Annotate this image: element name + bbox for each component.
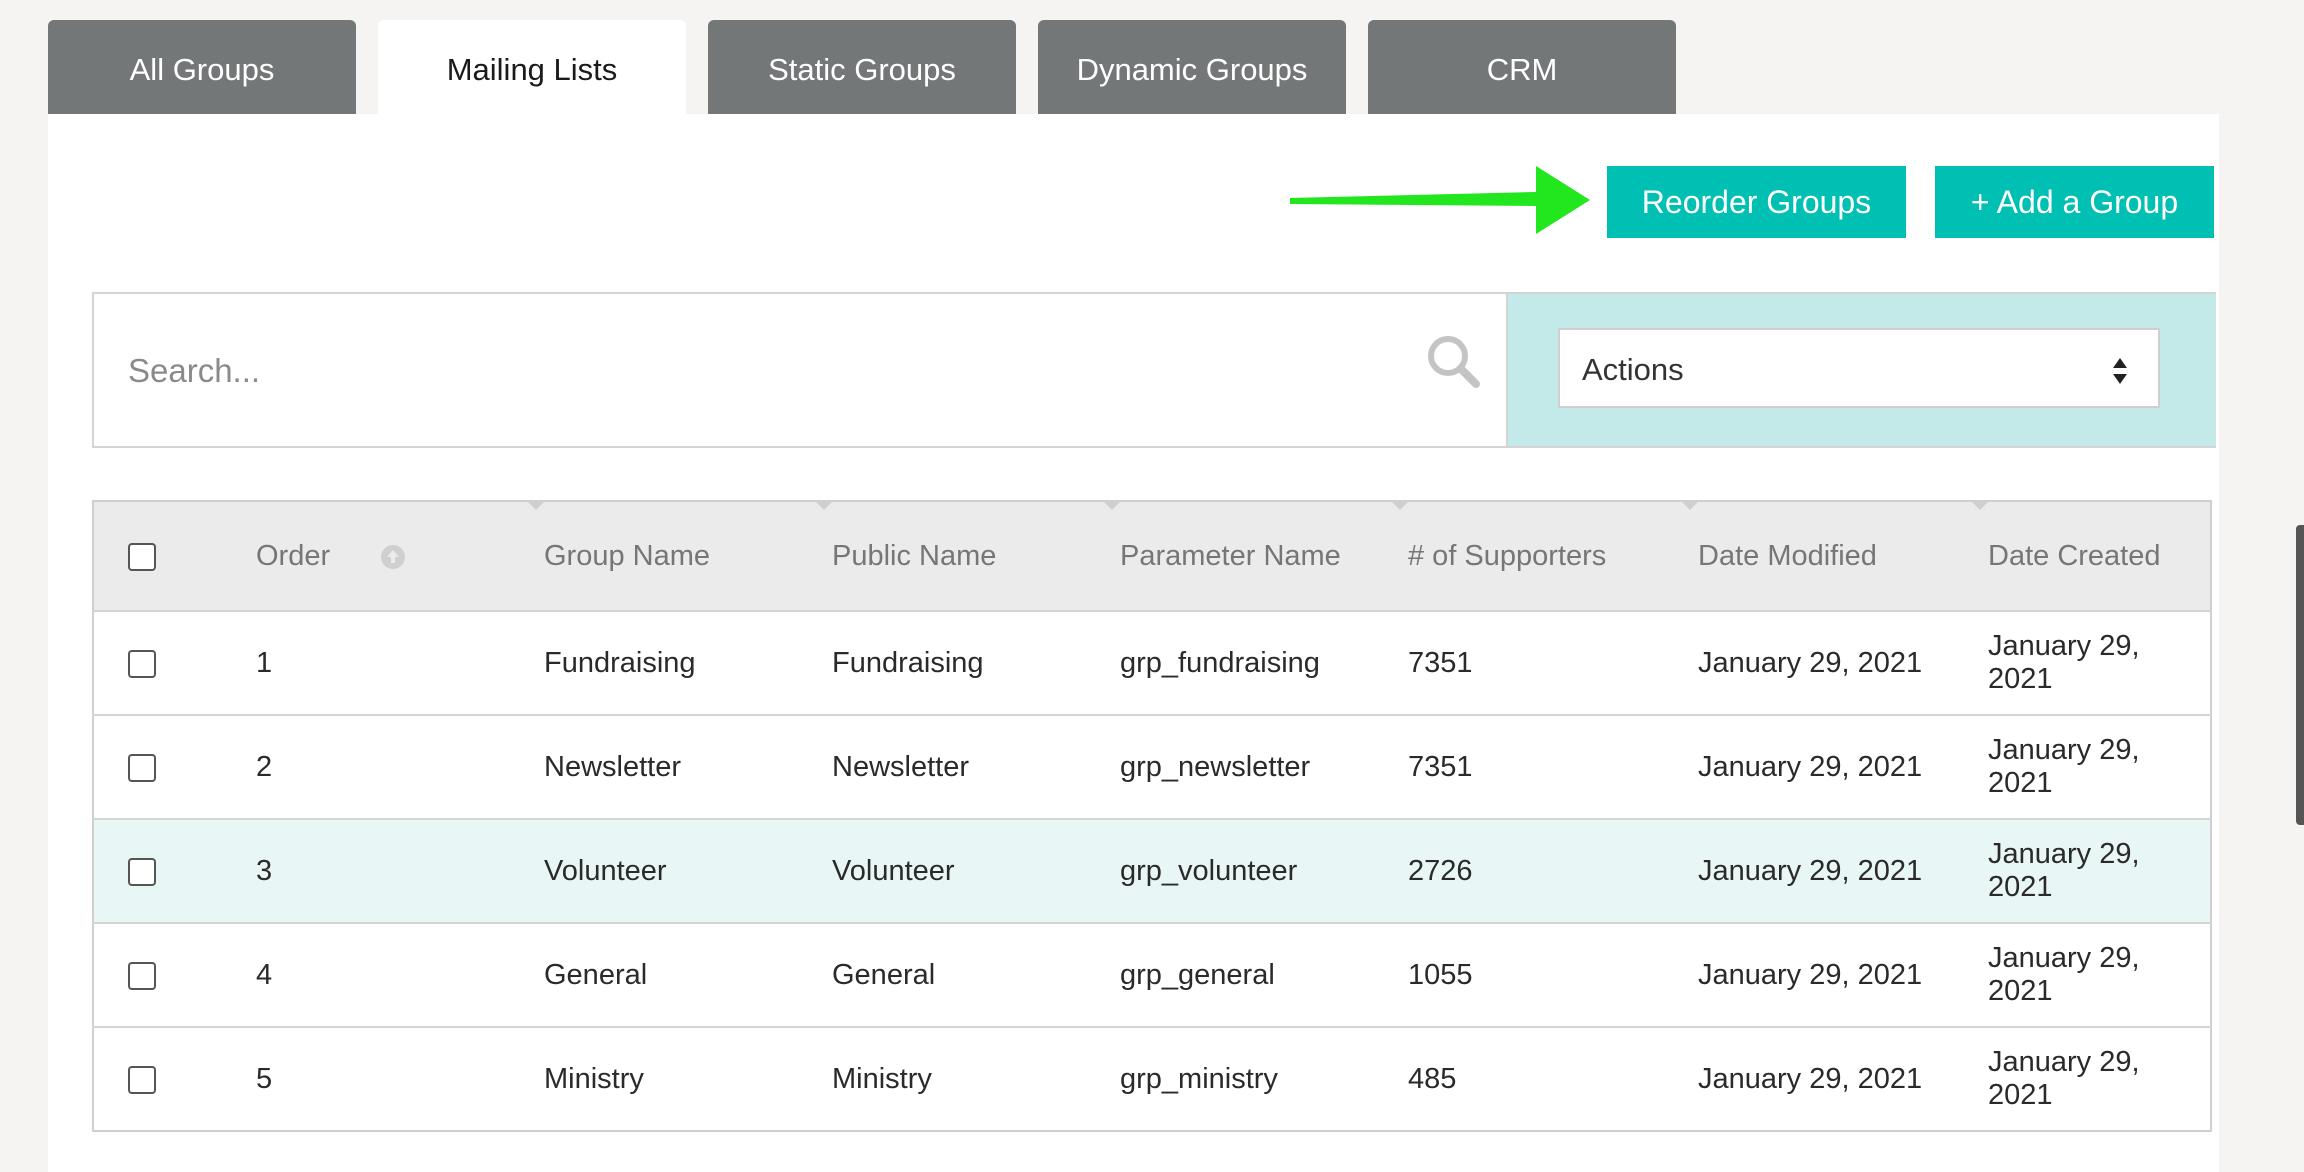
search-box xyxy=(94,294,1506,446)
cell-supporters: 7351 xyxy=(1408,714,1698,819)
column-resize-icon xyxy=(1104,502,1120,510)
row-select-cell xyxy=(93,1026,256,1131)
cell-parameter-name: grp_ministry xyxy=(1120,1026,1408,1131)
page-scrollbar[interactable] xyxy=(2296,525,2304,825)
cell-order: 5 xyxy=(256,1026,544,1131)
cell-public-name: Ministry xyxy=(832,1026,1120,1131)
select-all-checkbox[interactable] xyxy=(128,542,156,571)
row-select-cell xyxy=(93,714,256,819)
actions-area: Actions xyxy=(1506,294,2216,446)
row-select-cell xyxy=(93,610,256,715)
cell-supporters: 1055 xyxy=(1408,922,1698,1027)
header-date-created[interactable]: Date Created xyxy=(1988,501,2211,611)
cell-order: 2 xyxy=(256,714,544,819)
cell-parameter-name: grp_general xyxy=(1120,922,1408,1027)
cell-order: 4 xyxy=(256,922,544,1027)
actions-select[interactable]: Actions xyxy=(1558,328,2160,408)
row-checkbox[interactable] xyxy=(128,753,156,782)
column-resize-icon xyxy=(816,502,832,510)
tab-all-groups[interactable]: All Groups xyxy=(48,20,356,114)
cell-date-modified: January 29, 2021 xyxy=(1698,922,1988,1027)
cell-public-name: General xyxy=(832,922,1120,1027)
cell-date-created: January 29, 2021 xyxy=(1988,714,2211,819)
cell-date-modified: January 29, 2021 xyxy=(1698,1026,1988,1131)
cell-date-modified: January 29, 2021 xyxy=(1698,610,1988,715)
cell-parameter-name: grp_volunteer xyxy=(1120,818,1408,923)
cell-order: 1 xyxy=(256,610,544,715)
cell-supporters: 7351 xyxy=(1408,610,1698,715)
header-date-modified[interactable]: Date Modified xyxy=(1698,501,1988,611)
header-public-name-label: Public Name xyxy=(832,539,997,572)
cell-parameter-name: grp_newsletter xyxy=(1120,714,1408,819)
row-checkbox[interactable] xyxy=(128,857,156,886)
cell-date-created: January 29, 2021 xyxy=(1988,1026,2211,1131)
actions-select-value: Actions xyxy=(1582,352,1684,387)
table-row[interactable]: 3 Volunteer Volunteer grp_volunteer 2726… xyxy=(93,818,2211,923)
header-supporters[interactable]: # of Supporters xyxy=(1408,501,1698,611)
header-date-modified-label: Date Modified xyxy=(1698,539,1877,572)
header-group-name[interactable]: Group Name xyxy=(544,501,832,611)
cell-group-name[interactable]: Newsletter xyxy=(544,714,832,819)
cell-supporters: 2726 xyxy=(1408,818,1698,923)
column-resize-icon xyxy=(1682,502,1698,510)
row-select-cell xyxy=(93,922,256,1027)
search-icon[interactable] xyxy=(1424,332,1482,390)
groups-table: Order Group Name Public Name Parameter N… xyxy=(92,500,2212,1132)
cell-group-name[interactable]: General xyxy=(544,922,832,1027)
cell-date-created: January 29, 2021 xyxy=(1988,610,2211,715)
header-supporters-label: # of Supporters xyxy=(1408,539,1607,572)
tab-static-groups[interactable]: Static Groups xyxy=(708,20,1016,114)
header-order-label: Order xyxy=(256,539,331,572)
cell-group-name[interactable]: Fundraising xyxy=(544,610,832,715)
table-row[interactable]: 1 Fundraising Fundraising grp_fundraisin… xyxy=(93,610,2211,715)
reorder-groups-button[interactable]: Reorder Groups xyxy=(1607,166,1906,238)
search-input[interactable] xyxy=(126,340,1430,402)
tab-dynamic-groups[interactable]: Dynamic Groups xyxy=(1038,20,1346,114)
table-header-row: Order Group Name Public Name Parameter N… xyxy=(93,501,2211,611)
cell-order: 3 xyxy=(256,818,544,923)
add-group-button[interactable]: + Add a Group xyxy=(1935,166,2214,238)
header-group-name-label: Group Name xyxy=(544,539,711,572)
cell-public-name: Fundraising xyxy=(832,610,1120,715)
cell-date-created: January 29, 2021 xyxy=(1988,818,2211,923)
header-order[interactable]: Order xyxy=(256,501,544,611)
header-parameter-name-label: Parameter Name xyxy=(1120,539,1341,572)
cell-group-name[interactable]: Volunteer xyxy=(544,818,832,923)
tab-crm[interactable]: CRM xyxy=(1368,20,1676,114)
header-public-name[interactable]: Public Name xyxy=(832,501,1120,611)
row-select-cell xyxy=(93,818,256,923)
row-checkbox[interactable] xyxy=(128,961,156,990)
row-checkbox[interactable] xyxy=(128,649,156,678)
table-row[interactable]: 4 General General grp_general 1055 Janua… xyxy=(93,922,2211,1027)
tab-mailing-lists[interactable]: Mailing Lists xyxy=(378,20,686,116)
table-row[interactable]: 5 Ministry Ministry grp_ministry 485 Jan… xyxy=(93,1026,2211,1131)
column-resize-icon xyxy=(1392,502,1408,510)
column-resize-icon xyxy=(528,502,544,510)
cell-supporters: 485 xyxy=(1408,1026,1698,1131)
header-select-all xyxy=(93,501,256,611)
cell-date-created: January 29, 2021 xyxy=(1988,922,2211,1027)
header-date-created-label: Date Created xyxy=(1988,539,2161,572)
table-row[interactable]: 2 Newsletter Newsletter grp_newsletter 7… xyxy=(93,714,2211,819)
sort-ascending-icon[interactable] xyxy=(380,544,406,570)
column-resize-icon xyxy=(1972,502,1988,510)
cell-public-name: Newsletter xyxy=(832,714,1120,819)
cell-parameter-name: grp_fundraising xyxy=(1120,610,1408,715)
select-arrows-icon xyxy=(2113,358,2127,384)
cell-public-name: Volunteer xyxy=(832,818,1120,923)
cell-date-modified: January 29, 2021 xyxy=(1698,818,1988,923)
table-toolbar: Actions xyxy=(92,292,2216,448)
cell-group-name[interactable]: Ministry xyxy=(544,1026,832,1131)
green-arrow-annotation xyxy=(1290,166,1590,234)
cell-date-modified: January 29, 2021 xyxy=(1698,714,1988,819)
header-parameter-name[interactable]: Parameter Name xyxy=(1120,501,1408,611)
row-checkbox[interactable] xyxy=(128,1065,156,1094)
